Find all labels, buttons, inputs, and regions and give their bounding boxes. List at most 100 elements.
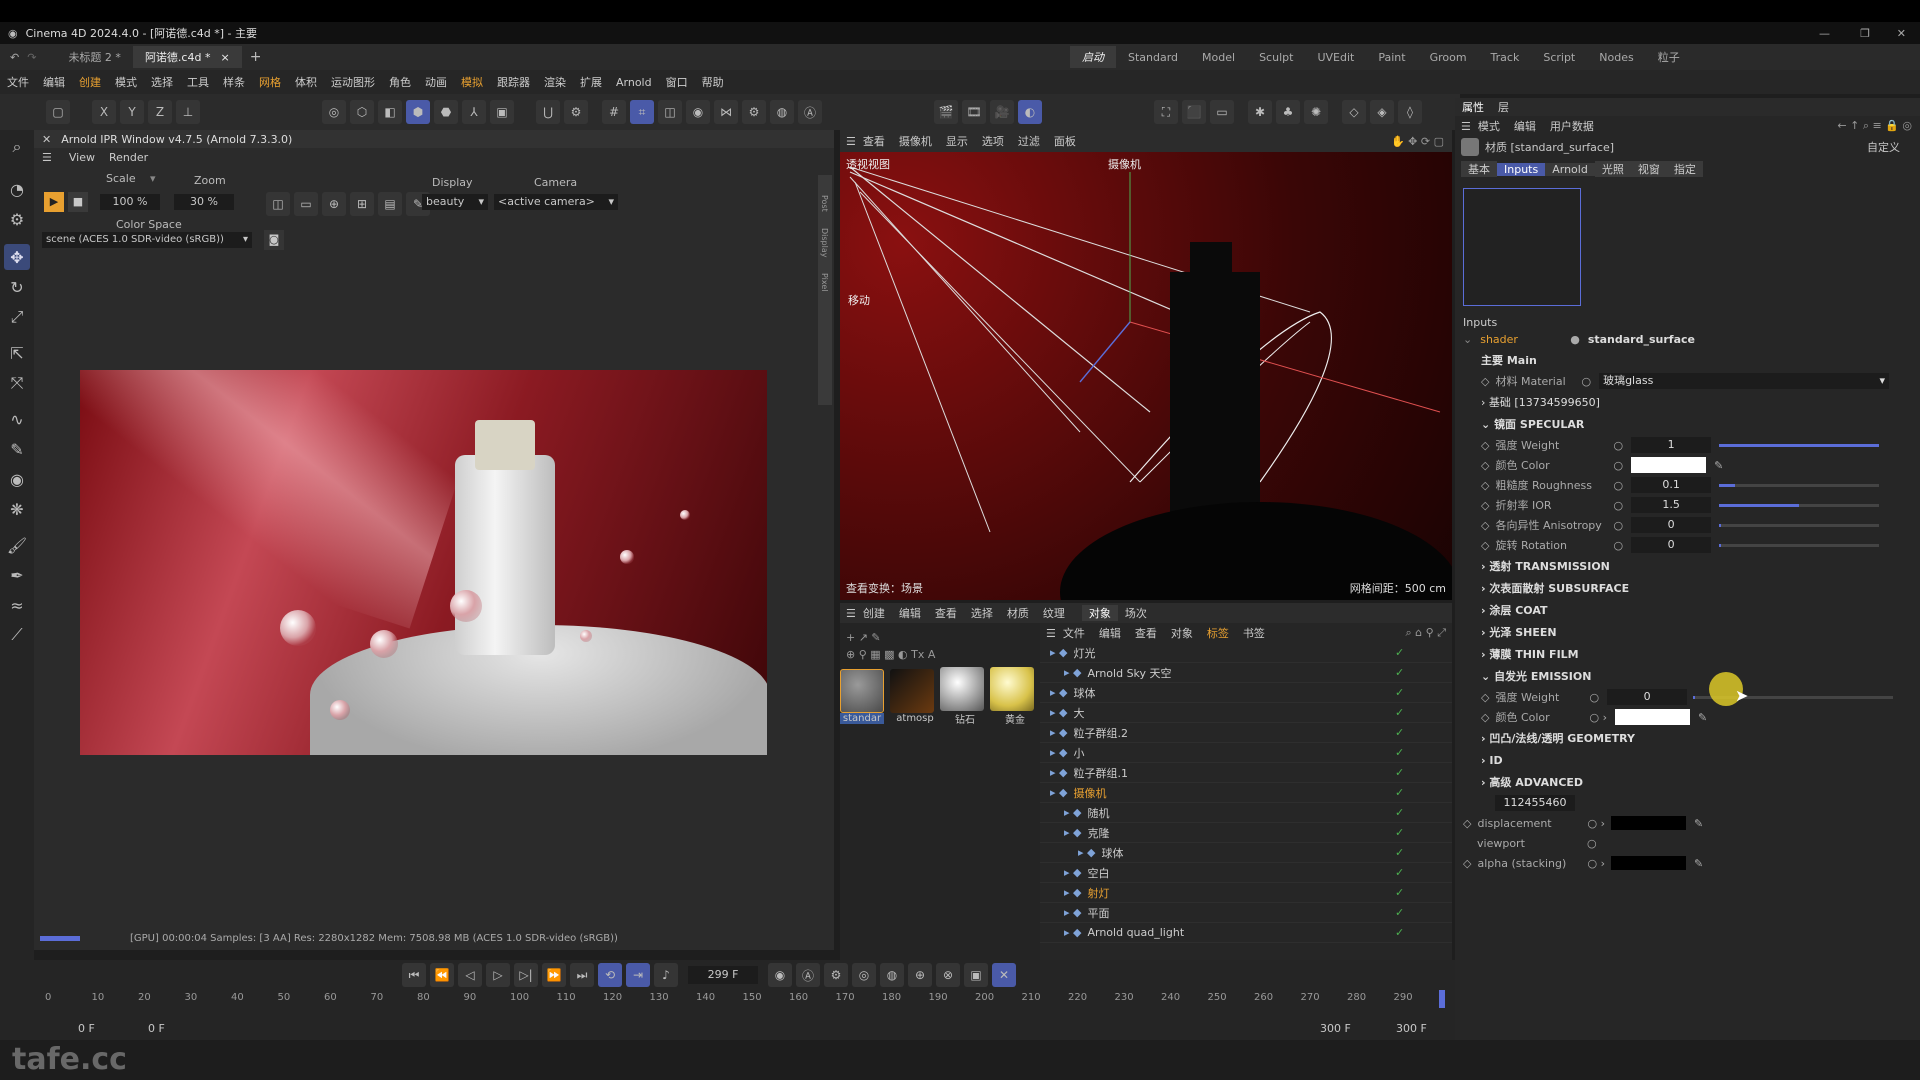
lock-icon[interactable]: ◍ — [770, 100, 794, 124]
visibility-check-icon[interactable]: ✓ — [1395, 926, 1404, 939]
stop-button[interactable]: ■ — [68, 192, 88, 212]
menu-item[interactable]: 动画 — [418, 74, 454, 90]
keyframe-icon[interactable]: ◇ — [1481, 711, 1489, 724]
object-menu-item[interactable]: 编辑 — [1092, 625, 1128, 641]
render-image[interactable] — [80, 370, 767, 755]
axis-mode-icon[interactable]: ⅄ — [462, 100, 486, 124]
knife-icon[interactable]: ⟋ — [4, 622, 30, 648]
material-item[interactable]: 钻石 — [940, 667, 990, 726]
subtab[interactable]: 指定 — [1666, 161, 1703, 177]
render-view-icon[interactable]: 🎬 — [934, 100, 958, 124]
layout-tab[interactable]: 粒子 — [1646, 46, 1692, 68]
visibility-check-icon[interactable]: ✓ — [1395, 846, 1404, 859]
key-pos-icon[interactable]: ◎ — [852, 963, 876, 987]
rotate-tool-icon[interactable]: ↻ — [4, 274, 30, 300]
collapsed-section[interactable]: › 光泽 SHEEN — [1481, 621, 1920, 643]
material-menu-item[interactable]: 查看 — [928, 605, 964, 621]
render-picture-icon[interactable]: 🎞 — [962, 100, 986, 124]
start-frame-2[interactable]: 0 F — [148, 1022, 165, 1035]
render-settings-icon[interactable]: 🎥 — [990, 100, 1014, 124]
play-icon[interactable]: ▷ — [486, 963, 510, 987]
eyedropper-icon[interactable]: ✎ — [1694, 857, 1703, 870]
id-value[interactable]: 112455460 — [1495, 795, 1575, 811]
object-menu-item[interactable]: 文件 — [1056, 625, 1092, 641]
key-pla-icon[interactable]: ▣ — [964, 963, 988, 987]
select-icon[interactable]: ◔ — [4, 176, 30, 202]
object-row[interactable]: ▸ ◆ 粒子群组.1 ✓ — [1040, 763, 1452, 783]
layout-tab[interactable]: Nodes — [1587, 46, 1645, 68]
menu-item[interactable]: 文件 — [0, 74, 36, 90]
layout-tab[interactable]: Sculpt — [1247, 46, 1305, 68]
viewport-menu-item[interactable]: 面板 — [1047, 133, 1083, 149]
layout-tab[interactable]: Paint — [1366, 46, 1417, 68]
chevron-down-icon[interactable]: ▾ — [150, 172, 156, 185]
end-frame[interactable]: 300 F — [1320, 1022, 1351, 1035]
link-icon[interactable]: ○ › — [1587, 857, 1605, 870]
object-row[interactable]: ▸ ◆ Arnold quad_light ✓ — [1040, 923, 1452, 943]
collapsed-section[interactable]: › 涂层 COAT — [1481, 599, 1920, 621]
object-row[interactable]: ▸ ◆ 球体 ✓ — [1040, 683, 1452, 703]
axis-z-icon[interactable]: Z — [148, 100, 172, 124]
chevron-down-icon[interactable]: ⌄ — [1463, 333, 1472, 346]
magnet-icon[interactable]: ⋃ — [536, 100, 560, 124]
object-row[interactable]: ▸ ◆ 克隆 ✓ — [1040, 823, 1452, 843]
scale-input[interactable]: 100 % — [100, 194, 160, 210]
menu-item[interactable]: 帮助 — [695, 74, 731, 90]
next-key-icon[interactable]: ⏩ — [542, 963, 566, 987]
object-row[interactable]: ▸ ◆ 空白 ✓ — [1040, 863, 1452, 883]
visibility-check-icon[interactable]: ✓ — [1395, 686, 1404, 699]
keyframe-icon[interactable]: ◇ — [1481, 439, 1489, 452]
link-icon[interactable]: ○ — [1589, 691, 1599, 704]
timeline-ruler[interactable]: 0 10 20 30 40 50 60 70 80 90 100 110 120 130 140 150 160… — [45, 990, 1445, 1012]
layout-tab[interactable]: Groom — [1418, 46, 1479, 68]
object-row[interactable]: ▸ ◆ 摄像机 ✓ — [1040, 783, 1452, 803]
material-menu-item[interactable]: 编辑 — [892, 605, 928, 621]
menu-item[interactable]: 编辑 — [36, 74, 72, 90]
menu-item[interactable]: 窗口 — [659, 74, 695, 90]
menu-item[interactable]: 模式 — [108, 74, 144, 90]
collapsed-section[interactable]: › 透射 TRANSMISSION — [1481, 555, 1920, 577]
key-param-icon[interactable]: ⊗ — [936, 963, 960, 987]
object-row[interactable]: ▸ ◆ 随机 ✓ — [1040, 803, 1452, 823]
material-item[interactable]: atmosp — [890, 669, 940, 724]
settings-icon[interactable]: ⚙ — [4, 206, 30, 232]
sculpt-icon[interactable]: ✒ — [4, 562, 30, 588]
menu-item[interactable]: 跟踪器 — [490, 74, 537, 90]
axis-x-icon[interactable]: X — [92, 100, 116, 124]
visibility-check-icon[interactable]: ✓ — [1395, 886, 1404, 899]
link-icon[interactable]: ○ — [1613, 519, 1623, 532]
link-icon[interactable]: ○ — [1587, 837, 1597, 850]
paint-icon[interactable]: 🖌 — [4, 532, 30, 558]
model-mode-icon[interactable]: ⬢ — [406, 100, 430, 124]
doc-tab-untitled[interactable]: 未标题 2 * — [56, 46, 133, 68]
link-icon[interactable]: ○ › — [1587, 817, 1605, 830]
menu-item[interactable]: 工具 — [180, 74, 216, 90]
keyframe-settings-icon[interactable]: ⚙ — [824, 963, 848, 987]
object-row[interactable]: ▸ ◆ 粒子群组.2 ✓ — [1040, 723, 1452, 743]
tab-objects[interactable]: 对象 — [1081, 605, 1118, 621]
prop-slider[interactable] — [1719, 503, 1880, 507]
visibility-check-icon[interactable]: ✓ — [1395, 866, 1404, 879]
visibility-check-icon[interactable]: ✓ — [1395, 646, 1404, 659]
prop-input[interactable]: 0.1 — [1631, 477, 1712, 493]
emission-section[interactable]: ⌄ 自发光 EMISSION — [1481, 665, 1920, 687]
point-mode-icon[interactable]: ◎ — [322, 100, 346, 124]
play-button[interactable]: ▶ — [44, 192, 64, 212]
viewport-menu-item[interactable]: 查看 — [856, 133, 892, 149]
menu-item[interactable]: 角色 — [382, 74, 418, 90]
texture-mode-icon[interactable]: ▣ — [490, 100, 514, 124]
autokey-icon[interactable]: Ⓐ — [796, 963, 820, 987]
object-row[interactable]: ▸ ◆ Arnold Sky 天空 ✓ — [1040, 663, 1452, 683]
collapsed-section[interactable]: › 次表面散射 SUBSURFACE — [1481, 577, 1920, 599]
specular-section[interactable]: ⌄ 镜面 SPECULAR — [1481, 413, 1920, 435]
prop-slider[interactable] — [1719, 523, 1880, 527]
keyframe-icon[interactable]: ◇ — [1481, 479, 1489, 492]
live-select-icon[interactable]: ⇱ — [4, 340, 30, 366]
layout-tab[interactable]: Standard — [1116, 46, 1190, 68]
link-icon[interactable]: ○ — [1613, 539, 1623, 552]
visibility-check-icon[interactable]: ✓ — [1395, 826, 1404, 839]
symmetry-icon[interactable]: ⋈ — [714, 100, 738, 124]
attr-menu-item[interactable]: 用户数据 — [1543, 118, 1601, 134]
bend-icon[interactable]: ▭ — [1210, 100, 1234, 124]
subtab[interactable]: Arnold — [1545, 162, 1595, 176]
